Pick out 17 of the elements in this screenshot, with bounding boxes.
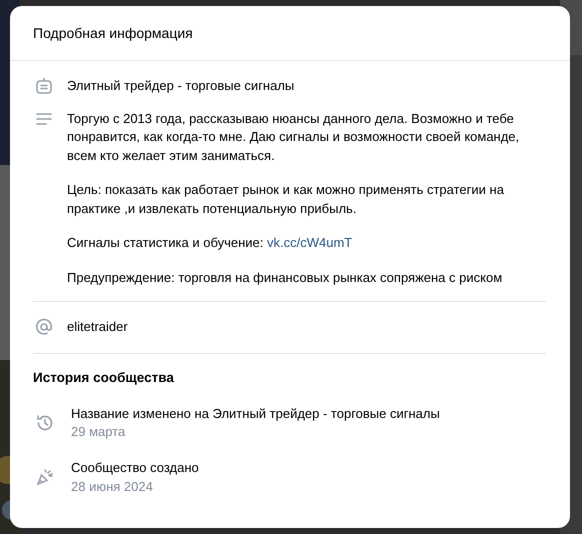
- info-text: Предупреждение: торговля на финансовых рынках сопряжена с риском: [67, 268, 504, 287]
- info-text: Торгую с 2013 года, рассказываю нюансы данного дела. Возможно и тебе понравится, как когда-то мне. Даю сигналы и возможности своей команде, всем кто желает этим заниматься.: [67, 110, 520, 164]
- section-title: История сообщества: [33, 370, 175, 384]
- info-text: Цель: показать как работает рынок и как можно применять стратегии на практике ,и извлекать потенциальную прибыль.: [67, 181, 505, 218]
- dialog-title: Подробная информация: [33, 25, 193, 41]
- party-popper-icon: [35, 467, 55, 488]
- at-icon: [35, 318, 53, 336]
- username: elitetraider: [67, 318, 128, 336]
- info-text: Сигналы статистика и обучение: vk.cc/cW4umT: [67, 234, 354, 252]
- history-icon: [35, 412, 55, 433]
- history-text: Сообщество создано: [71, 459, 199, 477]
- history-date: 28 июня 2024: [71, 478, 154, 496]
- link[interactable]: vk.cc/cW4umT: [267, 235, 352, 250]
- history-date: 29 марта: [71, 423, 126, 441]
- badge-icon: [35, 77, 53, 95]
- history-text: Название изменено на Элитный трейдер - торговые сигналы: [71, 404, 440, 423]
- info-text: Элитный трейдер - торговые сигналы: [67, 77, 294, 95]
